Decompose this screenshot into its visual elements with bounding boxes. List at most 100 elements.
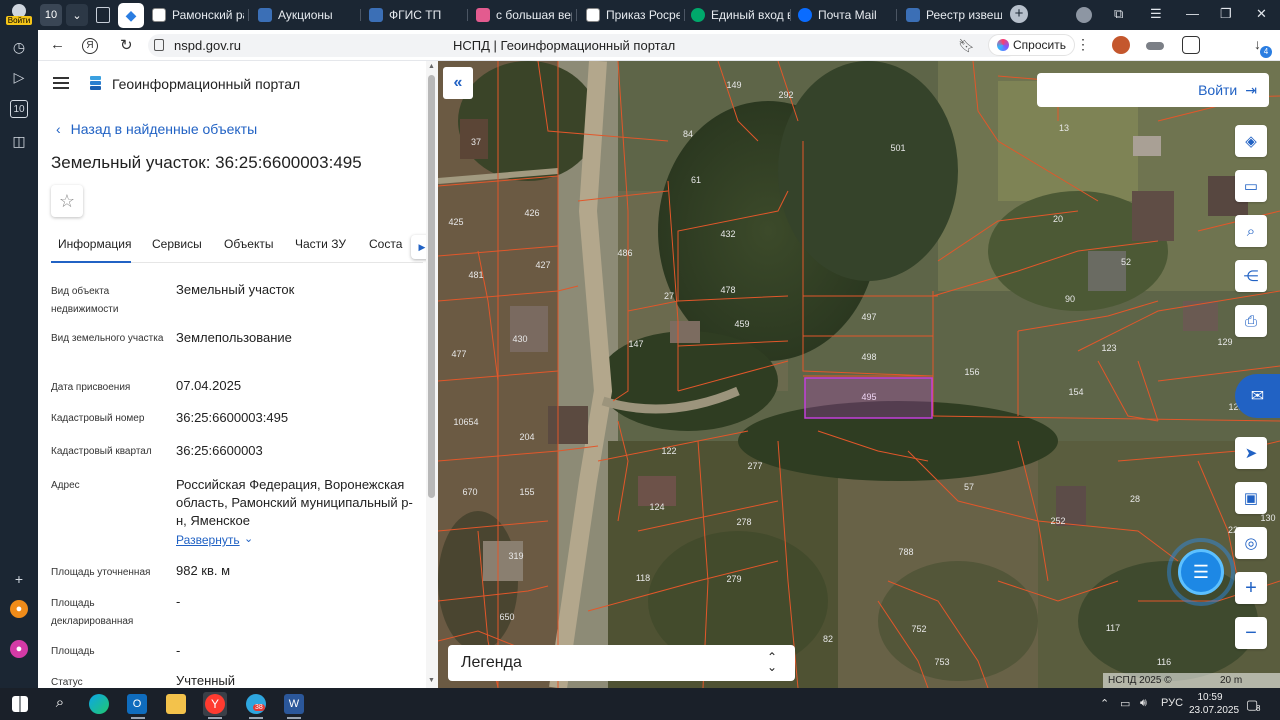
feedback-icon[interactable]: ✉ (1235, 374, 1280, 418)
back-to-results-link[interactable]: ‹ Назад в найденные объекты (56, 121, 257, 137)
field-value: - (176, 594, 181, 609)
menu-burger-icon[interactable] (53, 77, 69, 89)
search-icon[interactable]: ⌕ (50, 694, 70, 714)
share-icon[interactable]: ⋲ (1235, 260, 1267, 292)
map-login-button[interactable]: Войти ⇥ (1037, 73, 1269, 107)
scroll-up-icon[interactable]: ▲ (428, 63, 435, 70)
parcel-label: 788 (898, 547, 913, 557)
tab-7[interactable]: Почта Mail (798, 5, 894, 25)
tab-objects[interactable]: Объекты (224, 237, 274, 251)
scrollbar-thumb[interactable] (428, 75, 435, 498)
field-value: 07.04.2025 (176, 378, 242, 393)
profile-login-chip[interactable]: Войти (4, 3, 34, 29)
tab-3[interactable]: ФГИС ТП (369, 5, 465, 25)
chat-assistant-icon[interactable]: ☰ (1178, 549, 1224, 595)
layers-icon[interactable]: ◈ (1235, 125, 1267, 157)
favorite-star-icon[interactable]: ☆ (51, 185, 83, 217)
area-search-icon[interactable]: ⌕ (1235, 215, 1267, 247)
gosuslugi-icon (691, 8, 705, 22)
collections-icon[interactable]: ⧉ (1114, 6, 1123, 22)
add-panel-icon[interactable]: + (10, 570, 28, 588)
tab-4[interactable]: с большая вер (476, 5, 572, 25)
more-icon[interactable]: ⋮ (1076, 36, 1090, 53)
system-clock[interactable]: 10:59 23.07.2025 (1189, 691, 1239, 717)
zoom-in-icon[interactable]: + (1235, 572, 1267, 604)
tab-2[interactable]: Аукционы (258, 5, 358, 25)
screenshot-icon[interactable]: ◫ (10, 132, 28, 150)
chevron-down-icon[interactable]: ⌄ (244, 532, 253, 545)
field-label: Вид объекта недвижимости (51, 286, 119, 315)
alice-icon[interactable]: ● (10, 640, 28, 658)
start-icon[interactable] (12, 696, 28, 712)
ruler-icon[interactable]: ▭ (1235, 170, 1267, 202)
tabs-dropdown-button[interactable]: ⌄ (66, 4, 88, 26)
parcel-label: 279 (726, 574, 741, 584)
browser-titlebar: Войти 10 ⌄ ◆ Рамонский ра Аукционы ФГИС … (0, 0, 1280, 30)
puzzle-icon[interactable] (1182, 36, 1200, 54)
tab-8[interactable]: Реестр извещ (906, 5, 1002, 25)
legend-panel[interactable]: Легенда ⌃ ⌄ (448, 645, 795, 681)
emblem-icon (369, 8, 383, 22)
parcel-label: 124 (649, 502, 664, 512)
collapse-panel-button[interactable]: « (443, 67, 473, 99)
active-tab-nspd[interactable]: ◆ (118, 3, 144, 28)
yandex-icon[interactable]: Я (82, 38, 98, 54)
tab-parts[interactable]: Части ЗУ (295, 237, 346, 251)
network-icon[interactable]: ▭ (1120, 697, 1130, 710)
parcel-label: 129 (1217, 337, 1232, 347)
video-icon[interactable]: ▷ (10, 68, 28, 86)
ask-button[interactable]: Спросить (988, 34, 1075, 56)
restore-icon[interactable]: ❐ (1220, 6, 1232, 22)
minimap-icon[interactable]: ▣ (1235, 482, 1267, 514)
word-icon[interactable]: W (284, 694, 304, 714)
print-icon[interactable]: ⎙ (1235, 305, 1267, 337)
tab-count-button[interactable]: 10 (40, 4, 62, 26)
tab-composition[interactable]: Соста (369, 237, 402, 251)
tray-chevron-icon[interactable]: ⌃ (1100, 697, 1109, 710)
history-icon[interactable]: ◷ (10, 38, 28, 56)
ai-icon (997, 39, 1009, 51)
page-icon[interactable] (96, 7, 110, 23)
minimize-icon[interactable]: — (1186, 6, 1199, 21)
explorer-icon[interactable] (166, 694, 186, 714)
zoom-out-icon[interactable]: − (1235, 617, 1267, 649)
parcel-label: 37 (471, 137, 481, 147)
language-indicator[interactable]: РУС (1161, 697, 1183, 709)
menu-icon[interactable]: ☰ (1150, 6, 1162, 22)
extension-icon[interactable] (1112, 36, 1130, 54)
tab-1[interactable]: Рамонский ра (152, 5, 244, 25)
parcel-label: 501 (890, 143, 905, 153)
outlook-icon[interactable]: O (127, 694, 147, 714)
new-tab-button[interactable]: + (1010, 5, 1028, 23)
parcel-label: 497 (861, 312, 876, 322)
scroll-down-icon[interactable]: ▼ (428, 677, 435, 684)
cadastral-map[interactable]: 149 292 84 37 501 13 61 432 425 426 486 … (438, 61, 1280, 688)
bookmark-icon[interactable]: 🔖︎ (958, 38, 975, 54)
volume-icon[interactable]: 🔊︎ (1140, 697, 1147, 710)
close-icon[interactable]: ✕ (1256, 6, 1267, 22)
parcel-label: 155 (519, 487, 534, 497)
tab-5[interactable]: Приказ Росре (586, 5, 680, 25)
tab-services[interactable]: Сервисы (152, 237, 202, 251)
tabs-counter-icon[interactable]: 10 (10, 100, 28, 118)
geolocation-icon[interactable]: ➤ (1235, 437, 1267, 469)
parcel-label: 459 (734, 319, 749, 329)
object-info-panel: Геоинформационный портал ‹ Назад в найде… (38, 61, 438, 688)
tab-6[interactable]: Единый вход в (691, 5, 791, 25)
parcel-label: 498 (861, 352, 876, 362)
pin-search-icon[interactable]: ◎ (1235, 527, 1267, 559)
reload-icon[interactable]: ↻ (120, 36, 133, 54)
edge-icon[interactable] (89, 694, 109, 714)
field-value: 36:25:6600003:495 (176, 410, 289, 425)
back-icon[interactable]: ← (50, 36, 65, 53)
parcel-label: 650 (499, 612, 514, 622)
expand-collapse-icon: ⌃ ⌄ (766, 650, 777, 674)
expand-address-link[interactable]: Развернуть (176, 533, 240, 547)
tab-information[interactable]: Информация (58, 237, 131, 251)
parcel-label: 52 (1121, 257, 1131, 267)
ok-icon[interactable]: ● (10, 600, 28, 618)
extension-icon[interactable] (1146, 42, 1164, 50)
portal-logo-icon (90, 76, 101, 90)
account-icon[interactable] (1076, 7, 1092, 23)
url-field[interactable]: nspd.gov.ru НСПД | Геоинформационный пор… (148, 34, 1018, 57)
